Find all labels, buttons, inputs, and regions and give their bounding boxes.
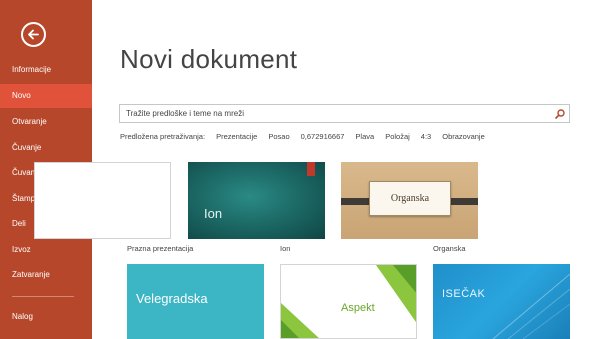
template-preview-title: Velegradska [136,291,208,306]
organska-card: Organska [369,181,451,216]
back-arrow-icon [28,29,39,40]
sidebar-item-cuvanje[interactable]: Čuvanje [0,136,92,160]
template-preview-title: Organska [390,193,430,204]
suggested-link-posao[interactable]: Posao [268,132,289,141]
template-blank-presentation[interactable] [34,162,171,239]
search-button[interactable] [553,107,566,120]
sidebar-item-nalog[interactable]: Nalog [0,305,92,329]
search-icon [554,108,565,119]
sidebar-divider [12,296,74,297]
isecak-streaks [492,273,570,339]
back-button[interactable] [21,22,46,47]
search-input[interactable] [120,105,540,122]
suggested-searches-label: Predložena pretraživanja: [120,131,206,141]
template-caption-ion: Ion [280,244,291,253]
suggested-link-number[interactable]: 0,672916667 [301,132,345,141]
suggested-link-plava[interactable]: Plava [355,132,374,141]
suggested-link-prezentacije[interactable]: Prezentacije [216,132,257,141]
ion-accent-tab [307,162,315,176]
template-caption-organska: Organska [433,244,466,253]
template-velegradska[interactable]: Velegradska [127,264,264,339]
suggested-searches: Predložena pretraživanja: Prezentacije P… [120,130,496,142]
template-aspekt[interactable]: Aspekt [280,264,417,339]
sidebar-item-otvaranje[interactable]: Otvaranje [0,110,92,134]
template-isecak[interactable]: ISEČAK [433,264,570,339]
template-preview-title: Aspekt [341,302,375,314]
sidebar-item-izvoz[interactable]: Izvoz [0,238,92,262]
template-preview-title: ISEČAK [442,288,486,300]
template-preview-title: Ion [204,206,223,221]
suggested-link-polozaj[interactable]: Položaj [385,132,410,141]
suggested-link-obrazovanje[interactable]: Obrazovanje [442,132,485,141]
template-ion[interactable]: Ion [188,162,325,239]
template-search-box [119,104,570,123]
template-caption-blank: Prazna prezentacija [127,244,194,253]
page-title: Novi dokument [120,44,298,74]
sidebar-item-zatvaranje[interactable]: Zatvaranje [0,263,92,287]
template-organska[interactable]: Organska [341,162,478,239]
suggested-link-4-3[interactable]: 4:3 [421,132,431,141]
sidebar-item-novo[interactable]: Novo [0,84,92,108]
sidebar-item-informacije[interactable]: Informacije [0,58,92,82]
